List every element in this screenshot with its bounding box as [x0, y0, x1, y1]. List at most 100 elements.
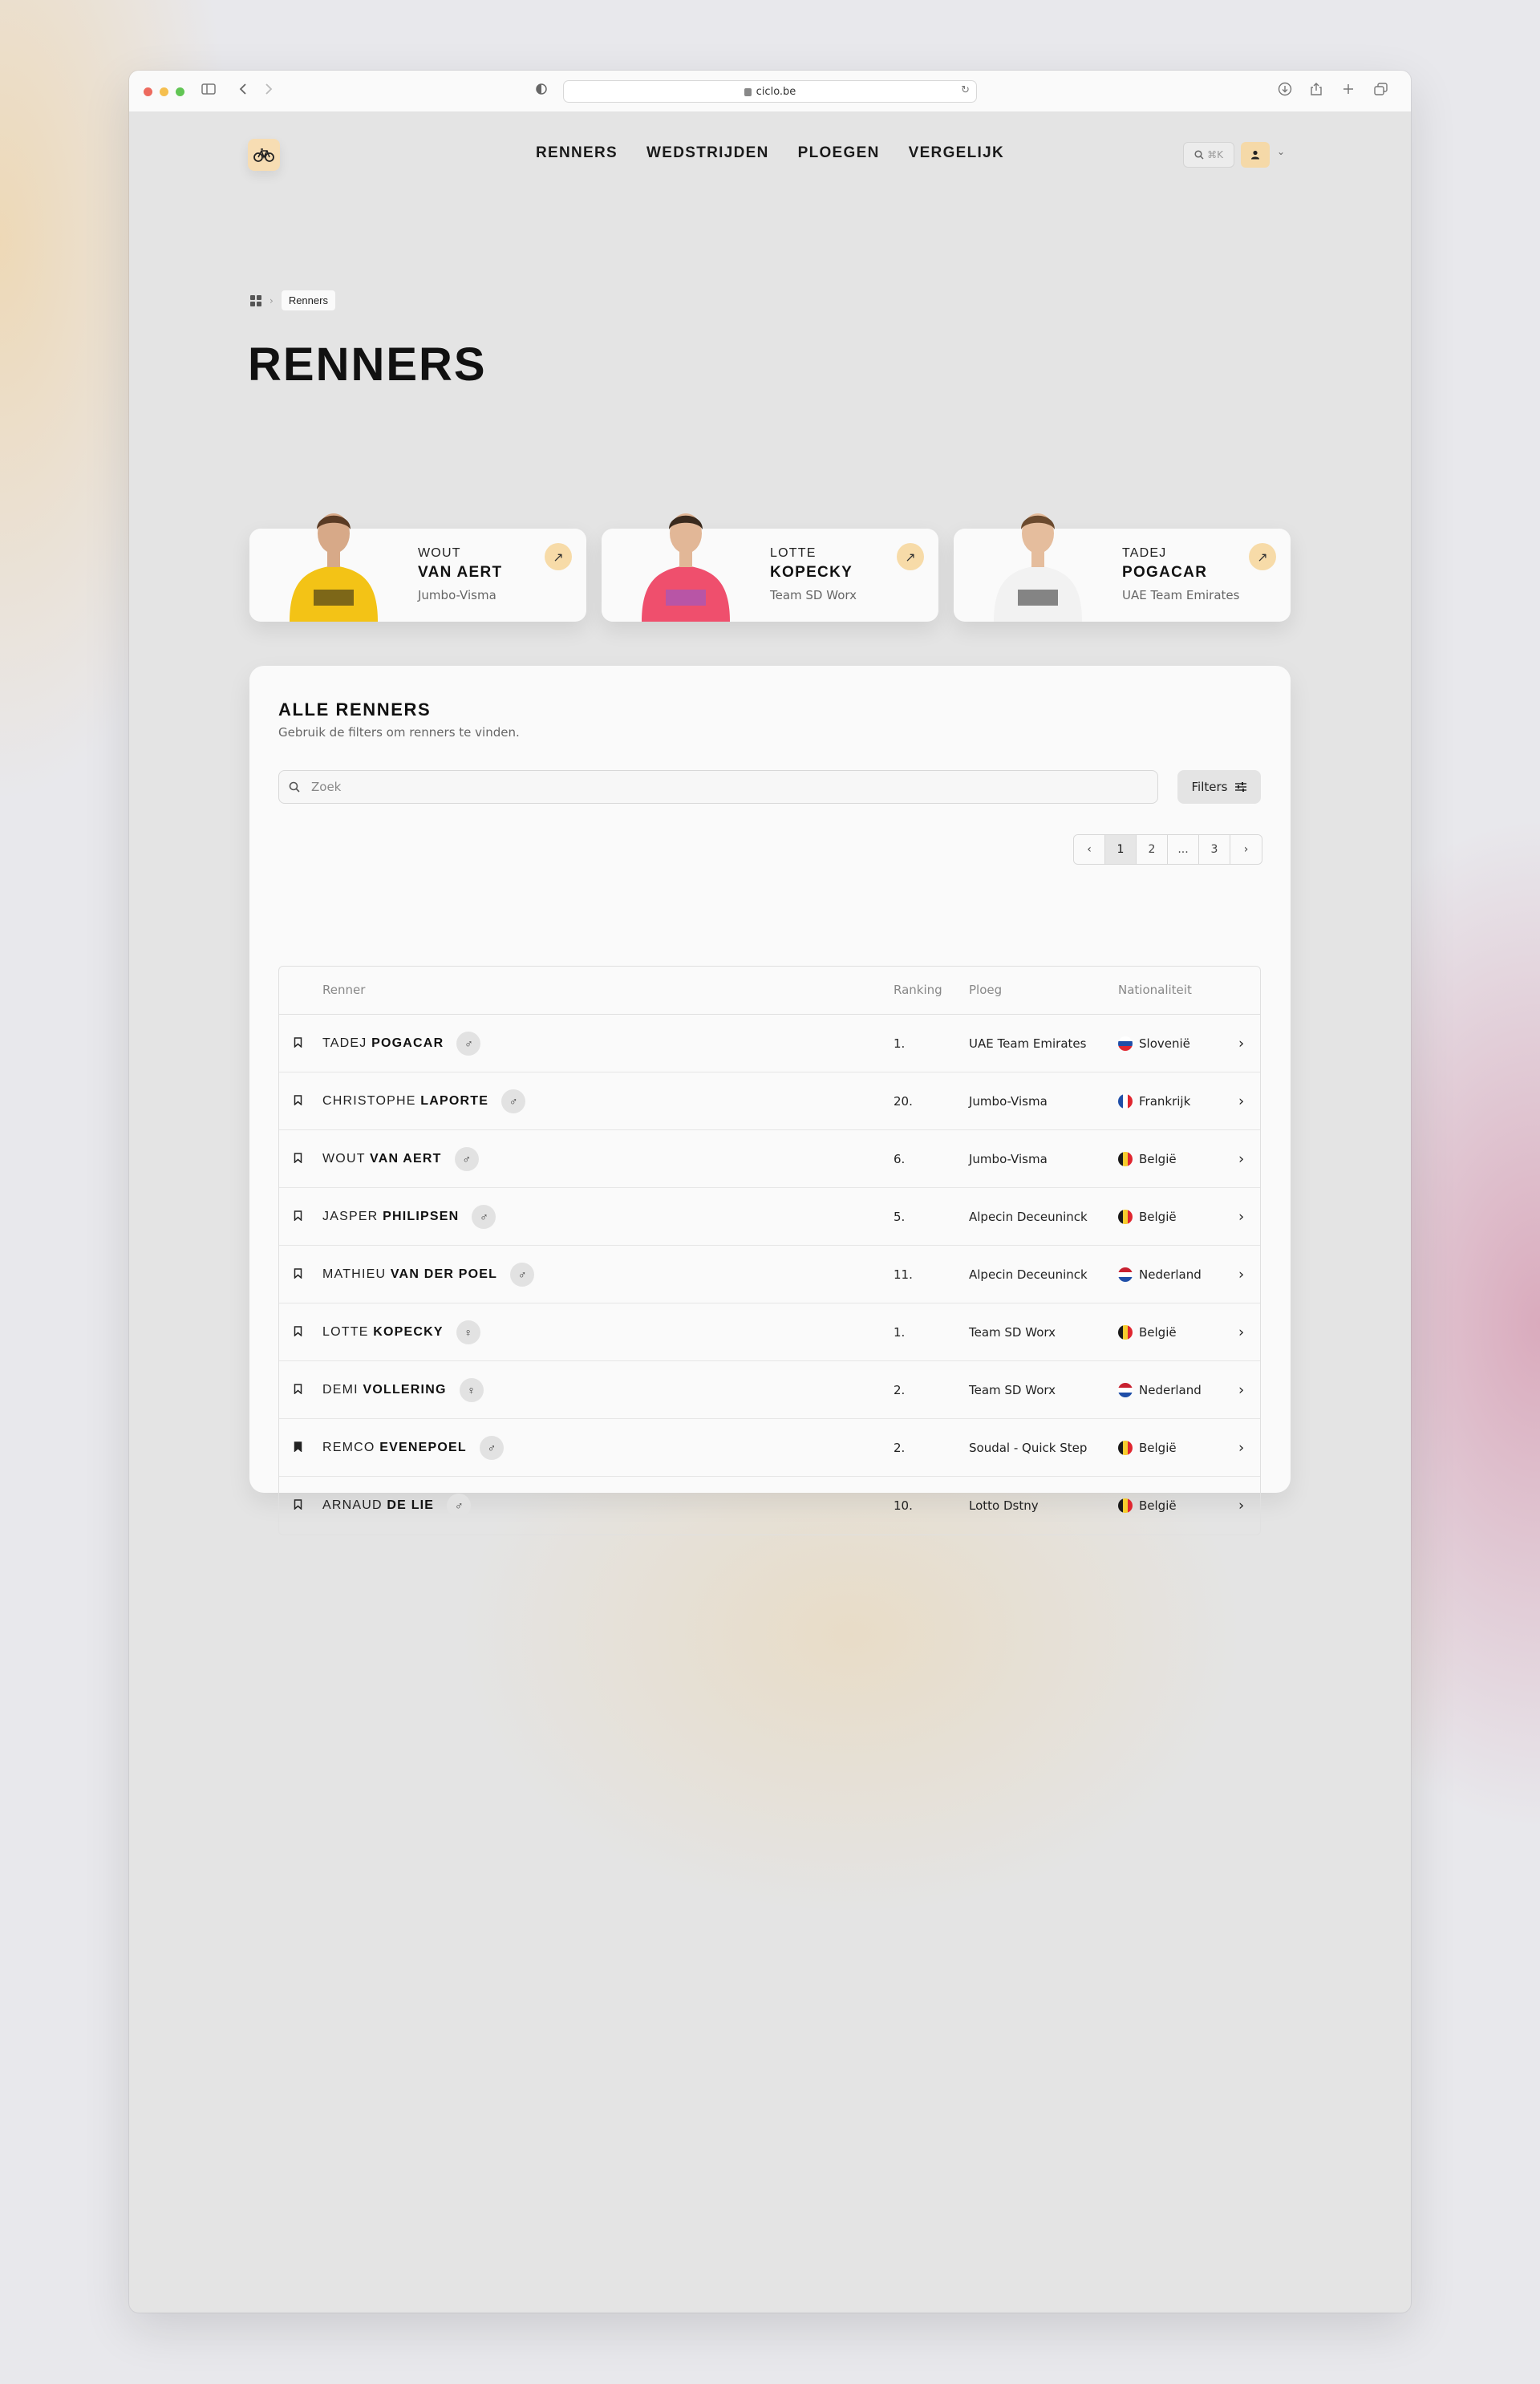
reload-icon[interactable]: ↻	[961, 84, 970, 96]
gender-icon: ♂	[479, 1435, 504, 1460]
bookmark-icon[interactable]	[294, 1036, 302, 1051]
nav-wedstrijden[interactable]: WEDSTRIJDEN	[646, 144, 769, 162]
panel-subtitle: Gebruik de filters om renners te vinden.	[278, 725, 520, 740]
rider-name[interactable]: JASPER PHILIPSEN ♂	[322, 1204, 496, 1229]
search-shortcut: ⌘K	[1207, 149, 1223, 160]
chevron-right-icon[interactable]: ›	[1238, 1324, 1244, 1340]
nav-vergelijk[interactable]: VERGELIJK	[909, 144, 1004, 162]
table-row[interactable]: ARNAUD DE LIE ♂ 10. Lotto Dstny België ›	[279, 1477, 1260, 1535]
table-row[interactable]: DEMI VOLLERING ♀ 2. Team SD Worx Nederla…	[279, 1361, 1260, 1419]
chevron-right-icon[interactable]: ›	[1238, 1035, 1244, 1052]
user-icon	[1251, 150, 1259, 160]
chevron-right-icon[interactable]: ›	[1238, 1498, 1244, 1514]
rider-last-name: VAN AERT	[418, 564, 503, 581]
nav-renners[interactable]: RENNERS	[536, 144, 618, 162]
download-icon[interactable]	[1278, 82, 1292, 102]
quick-search-button[interactable]: ⌘K	[1183, 142, 1234, 168]
rider-team: Lotto Dstny	[969, 1498, 1039, 1513]
table-row[interactable]: JASPER PHILIPSEN ♂ 5. Alpecin Deceuninck…	[279, 1188, 1260, 1246]
chevron-right-icon[interactable]: ›	[1238, 1381, 1244, 1398]
close-window-button[interactable]	[144, 87, 152, 96]
rider-name[interactable]: DEMI VOLLERING ♀	[322, 1377, 484, 1402]
breadcrumb-current[interactable]: Renners	[281, 290, 335, 310]
bookmark-filled-icon[interactable]	[294, 1441, 302, 1455]
tab-overview-icon[interactable]	[1374, 82, 1388, 101]
nav-ploegen[interactable]: PLOEGEN	[798, 144, 880, 162]
bookmark-icon[interactable]	[294, 1094, 302, 1109]
privacy-shield-icon[interactable]	[535, 82, 548, 101]
table-row[interactable]: REMCO EVENEPOEL ♂ 2. Soudal - Quick Step…	[279, 1419, 1260, 1477]
pagination-page-3[interactable]: 3	[1199, 835, 1230, 864]
chevron-right-icon[interactable]: ›	[1238, 1208, 1244, 1225]
search-field[interactable]	[278, 770, 1158, 804]
header-renner[interactable]: Renner	[322, 983, 365, 997]
user-menu-button[interactable]	[1241, 142, 1270, 168]
featured-rider-card[interactable]: LOTTE KOPECKY Team SD Worx ↗	[602, 513, 938, 622]
table-row[interactable]: CHRISTOPHE LAPORTE ♂ 20. Jumbo-Visma Fra…	[279, 1072, 1260, 1130]
rider-ranking: 11.	[894, 1267, 913, 1282]
share-icon[interactable]	[1310, 82, 1323, 102]
rider-ranking: 1.	[894, 1324, 906, 1340]
pagination-page-2[interactable]: 2	[1137, 835, 1168, 864]
pagination-next[interactable]: ›	[1230, 835, 1262, 864]
rider-name[interactable]: ARNAUD DE LIE ♂	[322, 1494, 472, 1518]
flag-icon	[1118, 1382, 1133, 1397]
rider-last-name: EVENEPOEL	[379, 1440, 467, 1454]
bookmark-icon[interactable]	[294, 1152, 302, 1166]
arrow-up-right-icon[interactable]: ↗	[897, 543, 924, 570]
bookmark-icon[interactable]	[294, 1325, 302, 1340]
chevron-right-icon[interactable]: ›	[1238, 1266, 1244, 1283]
rider-portrait-image	[290, 513, 378, 622]
nationality-label: België	[1139, 1151, 1177, 1166]
rider-name[interactable]: WOUT VAN AERT ♂	[322, 1146, 479, 1171]
header-ranking[interactable]: Ranking	[894, 983, 942, 997]
rider-last-name: KOPECKY	[770, 564, 853, 581]
chevron-down-icon[interactable]: ⌄	[1277, 146, 1285, 157]
rider-name[interactable]: LOTTE KOPECKY ♀	[322, 1320, 480, 1344]
search-input[interactable]	[311, 780, 1093, 794]
bookmark-icon[interactable]	[294, 1267, 302, 1282]
rider-name[interactable]: MATHIEU VAN DER POEL ♂	[322, 1262, 535, 1287]
new-tab-icon[interactable]	[1342, 82, 1355, 101]
featured-rider-card[interactable]: TADEJ POGACAR UAE Team Emirates ↗	[954, 513, 1291, 622]
featured-rider-card[interactable]: WOUT VAN AERT Jumbo-Visma ↗	[249, 513, 586, 622]
pagination-prev[interactable]: ‹	[1074, 835, 1105, 864]
rider-team: Alpecin Deceuninck	[969, 1209, 1088, 1224]
filters-button[interactable]: Filters	[1177, 770, 1261, 804]
rider-ranking: 2.	[894, 1382, 906, 1397]
rider-team: Jumbo-Visma	[969, 1093, 1048, 1109]
nationality-label: Nederland	[1139, 1267, 1202, 1282]
address-bar[interactable]: ciclo.be ↻	[563, 80, 977, 103]
rider-name[interactable]: REMCO EVENEPOEL ♂	[322, 1435, 504, 1460]
bookmark-icon[interactable]	[294, 1383, 302, 1397]
search-icon	[1194, 150, 1204, 160]
chevron-right-icon[interactable]: ›	[1238, 1150, 1244, 1167]
chevron-right-icon[interactable]: ›	[1238, 1093, 1244, 1109]
rider-name[interactable]: TADEJ POGACAR ♂	[322, 1031, 481, 1056]
chevron-right-icon[interactable]: ›	[1238, 1439, 1244, 1456]
rider-team: Jumbo-Visma	[418, 588, 496, 602]
arrow-up-right-icon[interactable]: ↗	[545, 543, 572, 570]
sidebar-toggle-icon[interactable]	[201, 82, 216, 101]
riders-panel: ALLE RENNERS Gebruik de filters om renne…	[249, 666, 1291, 1535]
table-row[interactable]: MATHIEU VAN DER POEL ♂ 11. Alpecin Deceu…	[279, 1246, 1260, 1303]
pagination-page-1[interactable]: 1	[1105, 835, 1137, 864]
flag-icon	[1118, 1324, 1133, 1340]
home-grid-icon[interactable]	[250, 294, 261, 306]
back-icon[interactable]	[238, 82, 248, 101]
rider-nationality: Frankrijk	[1118, 1093, 1190, 1109]
nationality-label: België	[1139, 1440, 1177, 1455]
table-row[interactable]: WOUT VAN AERT ♂ 6. Jumbo-Visma België ›	[279, 1130, 1260, 1188]
bookmark-icon[interactable]	[294, 1210, 302, 1224]
header-nationaliteit[interactable]: Nationaliteit	[1118, 983, 1192, 997]
table-row[interactable]: TADEJ POGACAR ♂ 1. UAE Team Emirates Slo…	[279, 1015, 1260, 1072]
page-title: RENNERS	[248, 339, 487, 391]
bookmark-icon[interactable]	[294, 1498, 302, 1513]
minimize-window-button[interactable]	[160, 87, 168, 96]
table-row[interactable]: LOTTE KOPECKY ♀ 1. Team SD Worx België ›	[279, 1303, 1260, 1361]
forward-icon[interactable]	[264, 82, 274, 101]
rider-name[interactable]: CHRISTOPHE LAPORTE ♂	[322, 1089, 526, 1113]
header-ploeg[interactable]: Ploeg	[969, 983, 1002, 997]
arrow-up-right-icon[interactable]: ↗	[1249, 543, 1276, 570]
maximize-window-button[interactable]	[176, 87, 184, 96]
